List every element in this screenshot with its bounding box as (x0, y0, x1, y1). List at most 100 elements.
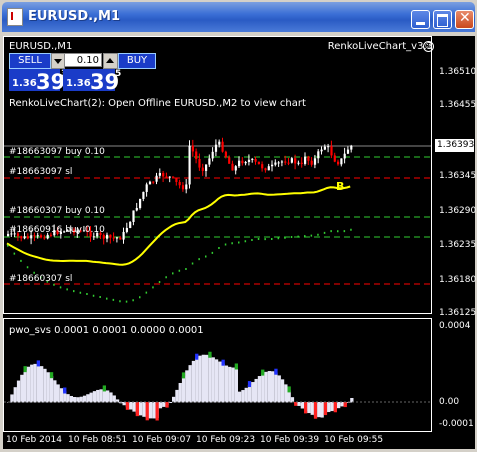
histogram-bar (178, 382, 182, 403)
candle-body (221, 141, 224, 152)
candle-body (264, 168, 267, 171)
histogram-bar (218, 361, 222, 403)
histogram-bar (109, 392, 113, 403)
histogram-bar (337, 402, 341, 409)
candle-body (320, 149, 323, 152)
buy-quote[interactable]: 1.36 39 5 (63, 69, 121, 94)
candle-body (122, 231, 125, 240)
candle-body (234, 166, 237, 171)
histogram-bar (205, 354, 209, 403)
candle-body (92, 236, 95, 238)
histogram-bar (23, 370, 27, 403)
subwindow-indicator-label: pwo_svs 0.0001 0.0001 0.0000 0.0001 (9, 325, 204, 336)
histogram-bar (201, 354, 205, 403)
chart-area[interactable]: EURUSD.,M1 RenkoLiveChart_v3.3 ☺ SELL 0.… (3, 36, 477, 449)
histogram-bar (158, 402, 163, 409)
signal-marker: B (336, 180, 345, 193)
histogram-bar (66, 394, 70, 403)
candle-body (211, 151, 214, 159)
buy-quote-sup: 5 (115, 69, 122, 79)
histogram-bar (86, 394, 90, 403)
histogram-accent (343, 402, 347, 408)
candle-body (20, 236, 23, 239)
maximize-button[interactable] (433, 10, 452, 29)
candle-body (102, 234, 105, 239)
histogram-bar (241, 390, 245, 403)
candle-body (46, 234, 49, 239)
histogram-accent (304, 402, 308, 414)
histogram-bar (211, 357, 215, 403)
histogram-bar (92, 391, 97, 403)
candle-body (148, 181, 152, 185)
histogram-bar (320, 402, 324, 418)
histogram-accent (221, 359, 225, 366)
sell-quote[interactable]: 1.36 39 3 (9, 69, 67, 94)
candle-body (340, 158, 343, 165)
histogram-bar (300, 402, 304, 409)
histogram-bar (191, 360, 196, 403)
candle-body (218, 141, 221, 145)
lot-size-input[interactable]: 0.10 (64, 53, 102, 67)
buy-button[interactable]: BUY (118, 53, 156, 69)
histogram-bar (247, 385, 252, 403)
candle-body (23, 236, 26, 239)
histogram-accent (323, 402, 328, 416)
candle-body (112, 237, 115, 239)
candle-body (251, 158, 254, 160)
candle-body (274, 162, 277, 165)
lot-increase-button[interactable] (103, 53, 118, 69)
price-tick: 1.36180 (439, 275, 477, 285)
price-tick: 1.36455 (439, 100, 477, 110)
histogram-bar (224, 365, 229, 403)
candle-body (290, 158, 293, 163)
histogram-bar (251, 382, 255, 403)
time-tick: 10 Feb 09:07 (132, 435, 192, 445)
candle-body (162, 172, 165, 177)
histogram-bar (195, 357, 199, 403)
histogram-bar (257, 376, 262, 403)
histogram-bar (49, 376, 54, 403)
candle-body (152, 181, 155, 183)
histogram-bar (16, 380, 21, 403)
histogram-bar (254, 378, 258, 403)
candle-body (337, 161, 340, 165)
histogram-bar (59, 388, 64, 403)
lot-decrease-button[interactable] (51, 53, 65, 69)
candle-body (125, 227, 128, 232)
close-button[interactable]: ✕ (455, 10, 474, 29)
histogram-accent (49, 372, 54, 379)
candle-body (214, 144, 218, 152)
histogram-bar (188, 365, 192, 403)
minimize-button[interactable] (411, 10, 430, 29)
histogram-accent (181, 372, 186, 379)
candle-body (40, 235, 43, 238)
candle-body (231, 163, 234, 171)
current-price-label: 1.36393 (435, 139, 475, 152)
sell-button[interactable]: SELL (9, 53, 51, 69)
histogram-bar (214, 359, 219, 403)
moving-average-dots (7, 228, 352, 303)
histogram-bar (307, 402, 311, 414)
candle-body (172, 176, 175, 178)
candle-body (33, 235, 36, 237)
histogram-bar (284, 384, 288, 403)
candle-body (257, 161, 260, 165)
order-label: #18660307 buy 0.10 (9, 206, 105, 216)
histogram-accent (36, 360, 40, 367)
histogram-bar (317, 402, 321, 418)
candle-body (139, 198, 142, 208)
candle-body (178, 181, 181, 186)
title-bar[interactable]: EURUSD.,M1 ✕ (2, 2, 475, 32)
maximize-icon (437, 14, 448, 27)
chart-window-icon (7, 8, 23, 26)
histogram-accent (287, 386, 291, 393)
candle-body (191, 145, 194, 152)
histogram-accent (155, 402, 159, 421)
candle-body (254, 158, 257, 162)
sub-axis-tick: 0.00 (439, 397, 460, 407)
candle-body (287, 162, 290, 164)
candle-body (155, 175, 158, 182)
histogram-bar (162, 402, 166, 407)
histogram-accent (145, 402, 149, 421)
time-tick: 10 Feb 09:23 (196, 435, 256, 445)
